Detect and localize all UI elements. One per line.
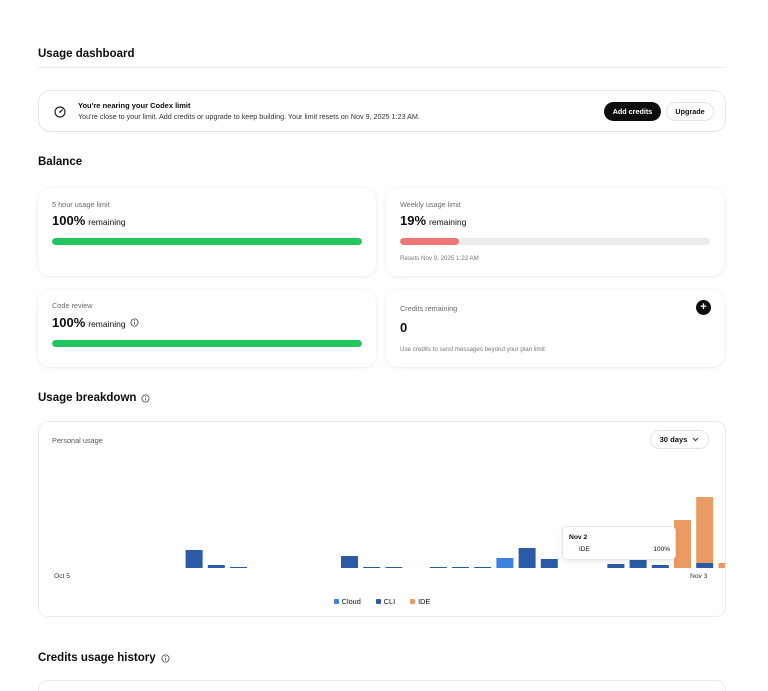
x-axis-end-label: Nov 3: [690, 573, 708, 580]
five-hour-label: 5 hour usage limit: [52, 200, 110, 209]
credits-history-title: Credits usage history: [38, 652, 156, 664]
legend-label-cloud: Cloud: [341, 597, 361, 606]
info-icon[interactable]: [161, 653, 170, 663]
five-hour-progress: [52, 238, 362, 245]
gauge-icon: [54, 106, 66, 118]
code-review-percent: 100%: [52, 315, 86, 330]
weekly-reset-note: Resets Nov 9, 2025 1:23 AM: [400, 255, 479, 262]
alert-message: You're close to your limit. Add credits …: [78, 112, 420, 121]
plus-icon[interactable]: +: [696, 300, 711, 315]
weekly-limit-card: Weekly usage limit 19% remaining Resets …: [386, 188, 724, 276]
bar-ide-nov-1[interactable]: [718, 563, 725, 568]
add-credits-button[interactable]: Add credits: [604, 102, 661, 121]
bar-cli-oct-19[interactable]: [429, 567, 447, 568]
legend-label-ide: IDE: [418, 597, 431, 606]
legend-swatch-ide: [410, 599, 416, 604]
balance-heading: Balance: [38, 156, 82, 168]
code-review-progress: [52, 340, 362, 347]
code-review-card: Code review 100% remaining: [38, 290, 376, 367]
chart-tooltip: Nov 2 IDE 100%: [562, 526, 676, 560]
five-hour-percent: 100%: [52, 213, 86, 228]
bar-cli-oct-8[interactable]: [185, 550, 203, 568]
bar-cli-oct-31[interactable]: [696, 563, 714, 568]
weekly-suffix: remaining: [429, 217, 467, 227]
five-hour-limit-card: 5 hour usage limit 100% remaining: [38, 188, 376, 276]
bar-cli-oct-21[interactable]: [474, 567, 492, 568]
upgrade-button[interactable]: Upgrade: [666, 102, 714, 121]
page-title: Usage dashboard: [38, 48, 135, 60]
weekly-percent: 19%: [400, 213, 427, 228]
bar-cli-oct-15[interactable]: [341, 556, 358, 568]
bar-cli-oct-16[interactable]: [363, 567, 381, 568]
code-review-label: Code review: [52, 301, 93, 310]
credits-note: Use credits to send messages beyond your…: [400, 346, 545, 353]
usage-chart-card: Personal usage 30 days Nov 2 IDE 100% Oc…: [38, 421, 726, 617]
usage-bar-chart: [185, 497, 725, 568]
bar-cli-oct-17[interactable]: [385, 567, 403, 568]
credits-value: 0: [400, 320, 407, 335]
limit-alert-banner: You're nearing your Codex limit You're c…: [38, 90, 726, 132]
info-icon[interactable]: [141, 393, 150, 403]
bar-cli-oct-24[interactable]: [540, 559, 558, 568]
code-review-progress-fill: [52, 340, 362, 347]
credits-remaining-card: Credits remaining 0 Use credits to send …: [386, 290, 724, 367]
code-review-suffix: remaining: [88, 319, 126, 329]
credits-label: Credits remaining: [400, 304, 458, 313]
credits-amount: 0: [400, 320, 408, 335]
bar-cloud-oct-22[interactable]: [496, 558, 514, 568]
alert-title: You're nearing your Codex limit: [78, 101, 191, 110]
legend-label-cli: CLI: [383, 597, 396, 606]
bar-cli-oct-27[interactable]: [607, 564, 625, 568]
info-icon[interactable]: [130, 318, 139, 327]
legend-item-cli[interactable]: CLI: [375, 597, 396, 606]
weekly-label: Weekly usage limit: [400, 200, 461, 209]
bar-cli-oct-28[interactable]: [629, 560, 647, 568]
bar-cli-oct-9[interactable]: [207, 565, 225, 568]
bar-cli-oct-20[interactable]: [452, 567, 469, 568]
code-review-value: 100% remaining: [52, 315, 139, 330]
weekly-progress-fill: [400, 238, 459, 245]
usage-breakdown-title: Usage breakdown: [38, 392, 137, 404]
weekly-progress: [400, 238, 710, 245]
bar-ide-oct-31[interactable]: [696, 497, 714, 563]
tooltip-value: 100%: [653, 546, 670, 553]
credits-history-card: [38, 680, 726, 691]
tooltip-date: Nov 2: [569, 534, 588, 541]
legend-swatch-cli: [375, 599, 381, 604]
bar-ide-oct-30[interactable]: [674, 520, 691, 568]
legend-item-ide[interactable]: IDE: [410, 597, 430, 606]
five-hour-progress-fill: [52, 238, 362, 245]
legend-item-cloud[interactable]: Cloud: [333, 597, 361, 606]
five-hour-value: 100% remaining: [52, 213, 126, 228]
bar-cli-oct-29[interactable]: [651, 565, 669, 568]
weekly-value: 19% remaining: [400, 213, 466, 228]
x-axis-start-label: Oct 5: [54, 573, 70, 580]
chart-legend: Cloud CLI IDE: [39, 597, 725, 606]
bar-cli-oct-23[interactable]: [518, 548, 536, 568]
bar-cli-oct-10[interactable]: [230, 567, 247, 568]
legend-swatch-cloud: [333, 599, 339, 604]
tooltip-series: IDE: [579, 546, 590, 553]
usage-breakdown-heading: Usage breakdown: [38, 392, 150, 404]
title-divider: [38, 67, 726, 68]
balance-title: Balance: [38, 156, 83, 168]
five-hour-suffix: remaining: [88, 217, 126, 227]
credits-history-heading: Credits usage history: [38, 652, 170, 664]
